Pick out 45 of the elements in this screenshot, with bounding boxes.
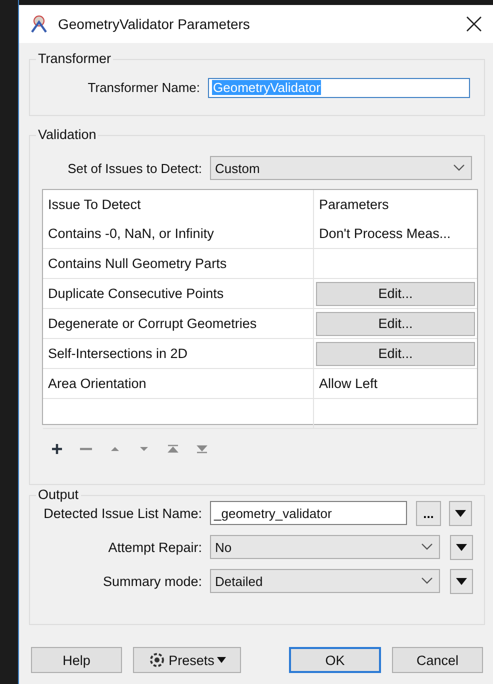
dialog-button[interactable]: OK <box>289 647 381 673</box>
gear-icon <box>148 651 166 669</box>
chevron-down-icon <box>421 577 433 585</box>
dropdown[interactable]: No <box>210 535 440 559</box>
input-field[interactable]: _geometry_validator <box>210 501 407 525</box>
chevron-down-icon <box>421 543 433 551</box>
dialog-button[interactable]: Cancel <box>392 647 483 673</box>
triangle-icon <box>456 544 467 550</box>
dialog-button[interactable]: Help <box>31 647 122 673</box>
field-label: Attempt Repair: <box>107 540 203 554</box>
column-header: Parameters <box>318 196 390 214</box>
edit-button[interactable]: Edit... <box>316 282 475 306</box>
dropdown[interactable]: Detailed <box>210 569 440 593</box>
close-icon[interactable] <box>465 15 483 33</box>
app-icon <box>29 14 49 34</box>
field-label: Set of Issues to Detect: <box>66 160 203 176</box>
table-cell: Area Orientation <box>43 369 314 398</box>
dropdown[interactable]: Custom <box>210 156 472 180</box>
table-cell: Self-Intersections in 2D <box>43 339 314 368</box>
triangle-icon <box>456 578 467 584</box>
group-legend: Output <box>36 487 81 502</box>
browse-button[interactable]: ... <box>416 500 441 526</box>
table-cell: Contains Null Geometry Parts <box>43 249 314 278</box>
presets-button[interactable]: Presets <box>133 647 241 673</box>
table-cell-text: Don't Process Meas... <box>318 225 452 243</box>
table-cell: Degenerate or Corrupt Geometries <box>43 309 314 338</box>
table-cell: Contains -0, NaN, or Infinity <box>43 219 314 248</box>
table-cell-text: Allow Left <box>318 375 379 393</box>
table-cell: Duplicate Consecutive Points <box>43 279 314 308</box>
field-label: Summary mode: <box>102 574 203 588</box>
group-legend: Transformer <box>36 51 114 66</box>
add-icon[interactable] <box>51 443 63 455</box>
window-title: GeometryValidator Parameters <box>58 16 251 32</box>
caret-icon <box>217 657 226 663</box>
field-label: Detected Issue List Name: <box>42 506 203 520</box>
options-button[interactable] <box>449 500 472 526</box>
column-header: Issue To Detect <box>43 190 314 219</box>
chevron-down-icon <box>453 164 465 172</box>
edit-button[interactable]: Edit... <box>316 342 475 366</box>
options-button[interactable] <box>450 568 473 594</box>
field-label: Transformer Name: <box>86 80 201 95</box>
group-legend: Validation <box>36 127 98 142</box>
options-button[interactable] <box>450 534 473 560</box>
edit-button[interactable]: Edit... <box>316 312 475 336</box>
triangle-icon <box>455 510 466 516</box>
